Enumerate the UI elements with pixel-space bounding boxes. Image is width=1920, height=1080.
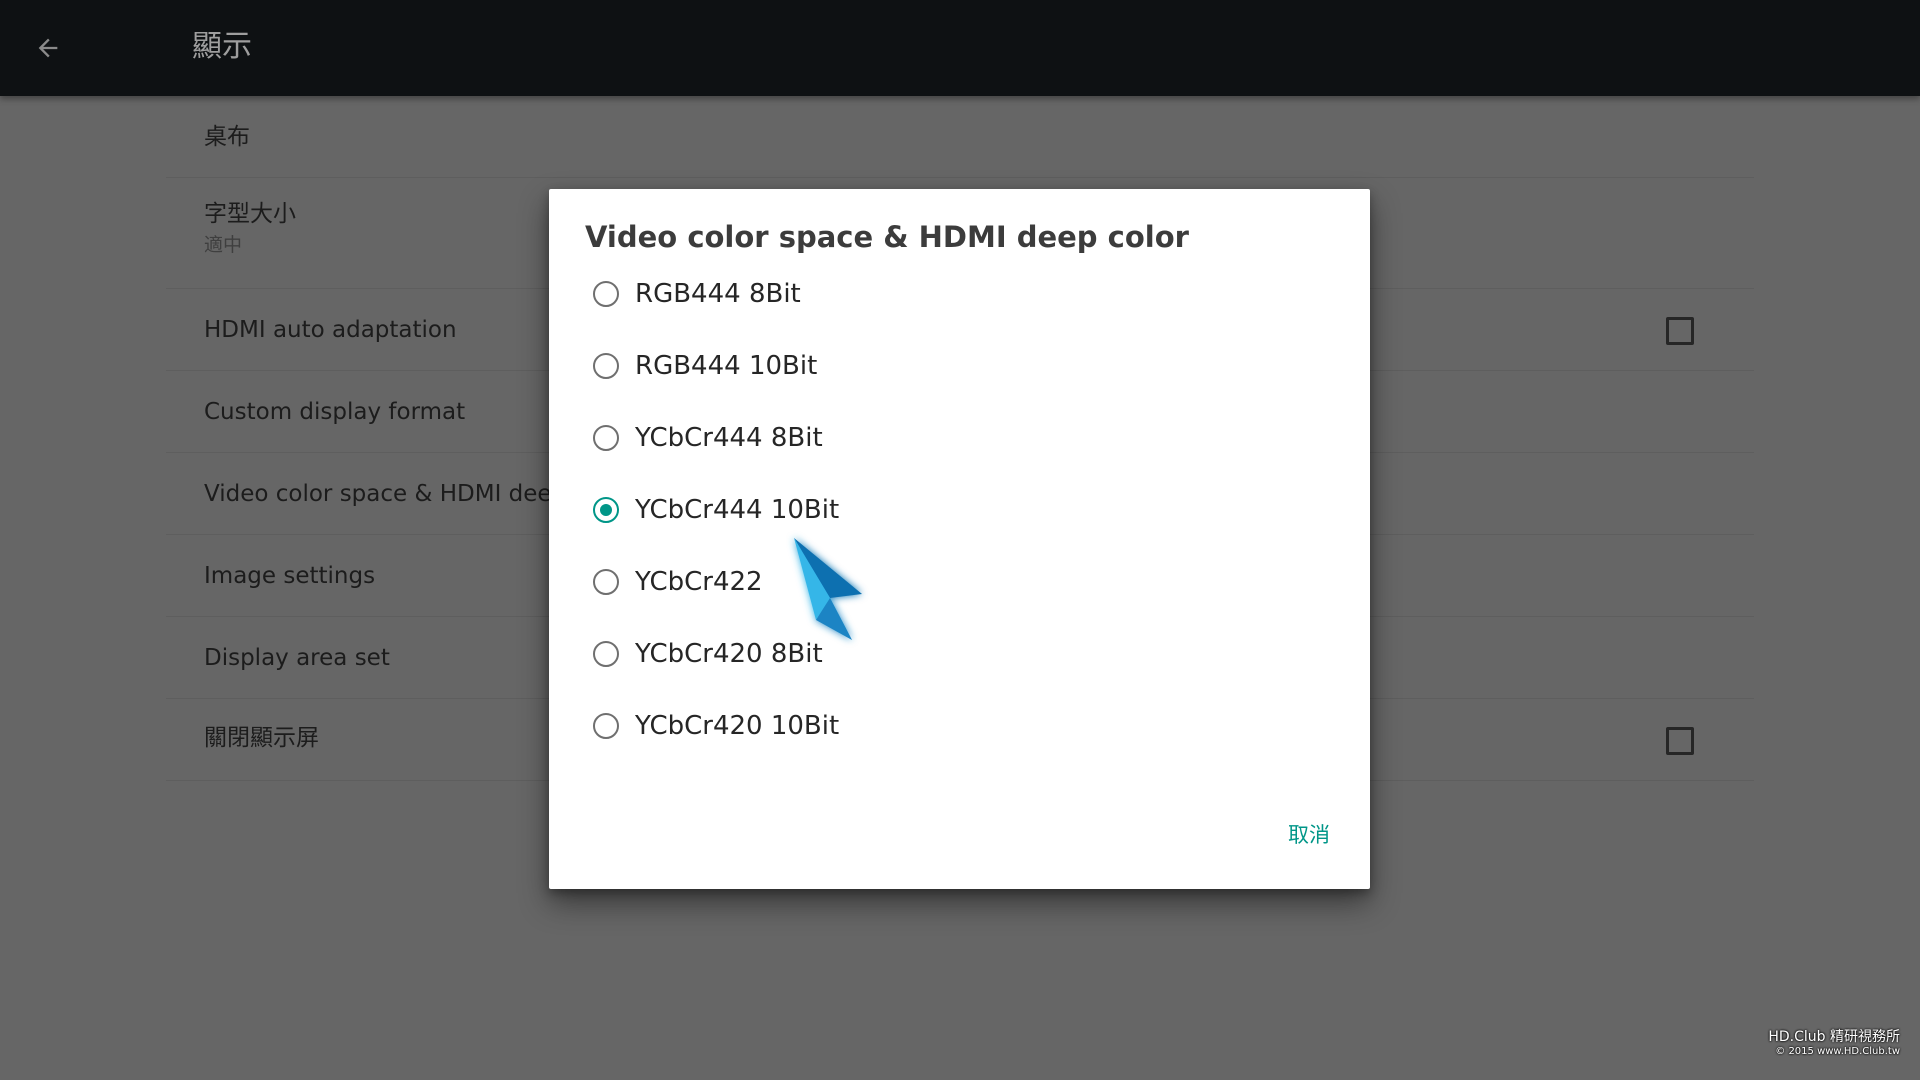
- radio-button[interactable]: [593, 281, 619, 307]
- settings-item-label: Image settings: [204, 563, 376, 589]
- turn-off-display-checkbox[interactable]: [1666, 726, 1694, 755]
- option-ycbcr420-8bit[interactable]: YCbCr420 8Bit: [593, 624, 1313, 684]
- option-label: YCbCr420 10Bit: [635, 711, 840, 741]
- settings-item-label: 字型大小: [204, 201, 296, 227]
- settings-item-label: Display area set: [204, 645, 390, 671]
- hdmi-auto-adaptation-checkbox[interactable]: [1666, 316, 1694, 345]
- settings-item-summary: 適中: [204, 234, 243, 256]
- dialog-title: Video color space & HDMI deep color: [585, 220, 1189, 254]
- settings-item-label: Custom display format: [204, 399, 466, 425]
- app-bar: 顯示: [0, 0, 1920, 96]
- mouse-pointer-icon: [794, 538, 862, 640]
- radio-button[interactable]: [593, 641, 619, 667]
- option-label: RGB444 8Bit: [635, 279, 801, 309]
- settings-item-label: HDMI auto adaptation: [204, 317, 457, 343]
- option-label: YCbCr444 10Bit: [635, 495, 840, 525]
- radio-button-selected[interactable]: [593, 497, 619, 523]
- settings-item-label: 桌布: [204, 124, 250, 150]
- option-label: RGB444 10Bit: [635, 351, 818, 381]
- radio-button[interactable]: [593, 353, 619, 379]
- settings-item-wallpaper[interactable]: 桌布: [166, 96, 1754, 178]
- option-ycbcr444-10bit[interactable]: YCbCr444 10Bit: [593, 480, 1313, 540]
- cancel-button[interactable]: 取消: [1284, 813, 1334, 855]
- option-ycbcr422[interactable]: YCbCr422: [593, 552, 1313, 612]
- option-ycbcr444-8bit[interactable]: YCbCr444 8Bit: [593, 408, 1313, 468]
- arrow-left-icon: [38, 38, 58, 58]
- radio-button[interactable]: [593, 713, 619, 739]
- radio-button[interactable]: [593, 425, 619, 451]
- watermark: HD.Club 精研視務所 © 2015 www.HD.Club.tw: [1768, 1029, 1900, 1058]
- option-label: YCbCr444 8Bit: [635, 423, 823, 453]
- option-ycbcr420-10bit[interactable]: YCbCr420 10Bit: [593, 696, 1313, 756]
- option-rgb444-8bit[interactable]: RGB444 8Bit: [593, 264, 1313, 324]
- settings-item-label: 關閉顯示屏: [204, 725, 319, 751]
- option-label: YCbCr422: [635, 567, 763, 597]
- back-button[interactable]: [26, 26, 70, 70]
- page-title: 顯示: [192, 29, 252, 64]
- watermark-line-2: © 2015 www.HD.Club.tw: [1775, 1046, 1900, 1057]
- radio-button[interactable]: [593, 569, 619, 595]
- screen: 顯示 桌布 字型大小 適中 HDMI auto adaptation Custo…: [0, 0, 1920, 1080]
- watermark-line-1: HD.Club 精研視務所: [1768, 1029, 1900, 1045]
- settings-item-label: Video color space & HDMI deep: [204, 481, 567, 507]
- color-space-dialog: Video color space & HDMI deep color RGB4…: [549, 189, 1370, 889]
- option-rgb444-10bit[interactable]: RGB444 10Bit: [593, 336, 1313, 396]
